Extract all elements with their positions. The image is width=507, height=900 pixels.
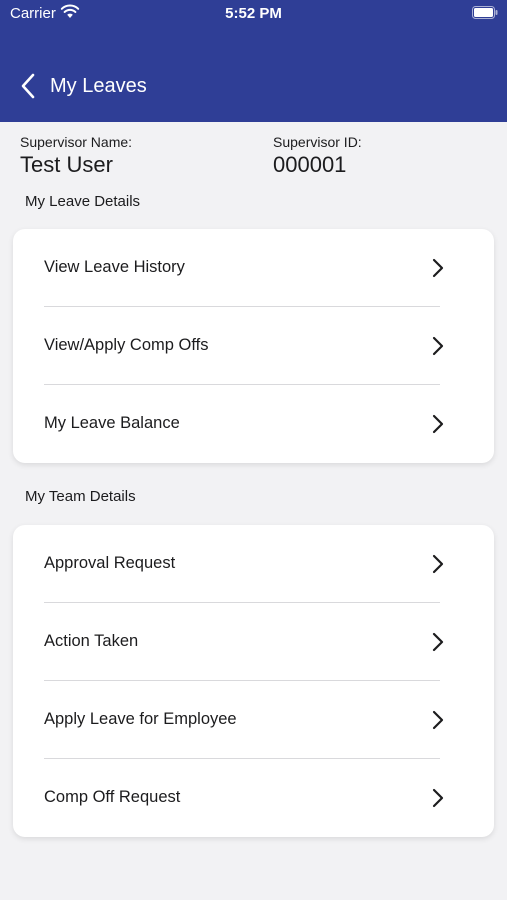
- supervisor-id-value: 000001: [273, 152, 347, 177]
- leave-section-title: My Leave Details: [25, 193, 141, 210]
- team-section-title: My Team Details: [25, 488, 136, 505]
- menu-item-label: View Leave History: [44, 258, 185, 276]
- menu-item-apply-leave-for-employee[interactable]: Apply Leave for Employee: [13, 681, 494, 759]
- menu-item-view-apply-comp-offs[interactable]: View/Apply Comp Offs: [13, 307, 494, 385]
- app-header: Carrier 5:52 PM My Leaves: [0, 0, 507, 122]
- page-title: My Leaves: [50, 75, 147, 97]
- team-details-card: Approval Request Action Taken Apply Leav…: [13, 525, 494, 837]
- supervisor-name-value: Test User: [20, 152, 113, 177]
- menu-item-label: My Leave Balance: [44, 414, 180, 432]
- menu-item-action-taken[interactable]: Action Taken: [13, 603, 494, 681]
- supervisor-name-label: Supervisor Name:: [20, 134, 133, 150]
- menu-item-comp-off-request[interactable]: Comp Off Request: [13, 759, 494, 837]
- leave-details-card: View Leave History View/Apply Comp Offs …: [13, 229, 494, 463]
- menu-item-label: View/Apply Comp Offs: [44, 336, 209, 354]
- status-bar: Carrier 5:52 PM: [0, 0, 507, 28]
- menu-item-label: Approval Request: [44, 554, 176, 572]
- menu-item-label: Action Taken: [44, 632, 139, 650]
- battery-icon: [472, 6, 498, 19]
- supervisor-id-label: Supervisor ID:: [273, 134, 362, 150]
- navigation-bar: My Leaves: [0, 60, 507, 112]
- menu-item-label: Comp Off Request: [44, 788, 181, 806]
- supervisor-name-block: Supervisor Name: Test User: [20, 134, 132, 178]
- chevron-left-icon: [21, 73, 35, 99]
- chevron-right-icon: [432, 554, 444, 574]
- chevron-right-icon: [432, 710, 444, 730]
- supervisor-id-block: Supervisor ID: 000001: [273, 134, 362, 178]
- menu-item-my-leave-balance[interactable]: My Leave Balance: [13, 385, 494, 463]
- chevron-right-icon: [432, 336, 444, 356]
- chevron-right-icon: [432, 414, 444, 434]
- menu-item-view-leave-history[interactable]: View Leave History: [13, 229, 494, 307]
- back-button[interactable]: [18, 72, 42, 100]
- menu-item-label: Apply Leave for Employee: [44, 710, 237, 728]
- clock-time: 5:52 PM: [225, 5, 282, 22]
- chevron-right-icon: [432, 258, 444, 278]
- chevron-right-icon: [432, 632, 444, 652]
- chevron-right-icon: [432, 788, 444, 808]
- menu-item-approval-request[interactable]: Approval Request: [13, 525, 494, 603]
